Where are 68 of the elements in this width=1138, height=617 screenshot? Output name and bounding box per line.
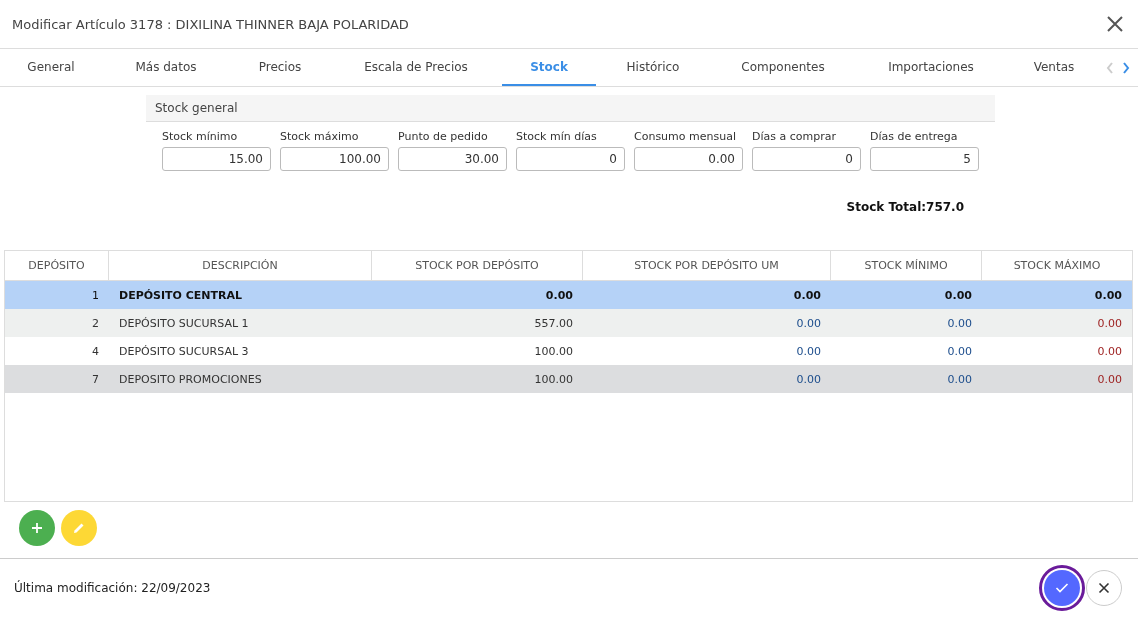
table-cell-text: 100.00 bbox=[533, 343, 574, 360]
tab[interactable]: Componentes bbox=[710, 49, 856, 86]
field-label: Punto de pedido bbox=[398, 130, 489, 143]
cancel-button[interactable] bbox=[1086, 570, 1122, 606]
tab[interactable]: Precios bbox=[230, 49, 330, 86]
tab[interactable]: Más datos bbox=[102, 49, 230, 86]
table-cell-text: 0.00 bbox=[1096, 315, 1123, 332]
close-icon bbox=[1098, 582, 1110, 594]
table-cell-text: 2 bbox=[91, 315, 100, 332]
field-label: Stock máximo bbox=[280, 130, 360, 143]
field-label: Stock mínimo bbox=[162, 130, 239, 143]
input-field[interactable]: 5 bbox=[870, 147, 979, 171]
table-cell-text: 0.00 bbox=[795, 371, 822, 388]
tab[interactable]: Importaciones bbox=[856, 49, 1006, 86]
section-header: Stock general bbox=[146, 95, 995, 122]
table-cell-text: 0.00 bbox=[946, 315, 973, 332]
column-header[interactable]: STOCK POR DEPÓSITO bbox=[372, 251, 583, 280]
table-cell-text: 0.00 bbox=[1093, 287, 1123, 304]
table-cell-text: 0.00 bbox=[544, 287, 574, 304]
column-header[interactable]: STOCK MÍNIMO bbox=[831, 251, 982, 280]
field-label: Días de entrega bbox=[870, 130, 959, 143]
table-cell-text: 0.00 bbox=[946, 343, 973, 360]
column-header[interactable]: DESCRIPCIÓN bbox=[109, 251, 372, 280]
table-cell-text: 0.00 bbox=[795, 343, 822, 360]
table-row[interactable]: 7 DEPOSITO PROMOCIONES 100.00 0.00 0.00 0.00 bbox=[5, 365, 1132, 393]
table-cell-text: DEPÓSITO CENTRAL bbox=[118, 287, 244, 304]
dialog-title: Modificar Artículo 3178 : DIXILINA THINNER BAJA POLARIDAD bbox=[12, 16, 409, 32]
input-field[interactable]: 0.00 bbox=[634, 147, 743, 171]
input-field[interactable]: 0 bbox=[516, 147, 625, 171]
column-header[interactable]: STOCK MÁXIMO bbox=[982, 251, 1132, 280]
table-row[interactable]: 4 DEPÓSITO SUCURSAL 3 100.00 0.00 0.00 0.00 bbox=[5, 337, 1132, 365]
table-row[interactable]: 1 DEPÓSITO CENTRAL 0.00 0.00 0.00 0.00 bbox=[5, 281, 1132, 309]
input-field[interactable]: 0 bbox=[752, 147, 861, 171]
table-cell-text: 100.00 bbox=[533, 371, 574, 388]
table-cell-text: 1 bbox=[91, 287, 100, 304]
close-icon[interactable] bbox=[1106, 15, 1124, 33]
table-row[interactable]: 2 DEPÓSITO SUCURSAL 1 557.00 0.00 0.00 0.00 bbox=[5, 309, 1132, 337]
table-cell-text: 0.00 bbox=[946, 371, 973, 388]
table-cell-text: 4 bbox=[91, 343, 100, 360]
field-label: Consumo mensual bbox=[634, 130, 737, 143]
table-cell-text: 0.00 bbox=[792, 287, 822, 304]
input-field[interactable]: 100.00 bbox=[280, 147, 389, 171]
table-cell-text: 0.00 bbox=[1096, 343, 1123, 360]
table-cell-text: 0.00 bbox=[1096, 371, 1123, 388]
field-label: Stock mín días bbox=[516, 130, 598, 143]
table-cell-text: DEPÓSITO SUCURSAL 1 bbox=[118, 315, 250, 332]
table-cell-text: 557.00 bbox=[533, 315, 574, 332]
column-header[interactable]: STOCK POR DEPÓSITO UM bbox=[583, 251, 831, 280]
tab[interactable]: Escala de Precios bbox=[330, 49, 502, 86]
field-label: Días a comprar bbox=[752, 130, 837, 143]
stock-total: Stock Total:757.0 bbox=[845, 200, 965, 214]
table-cell-text: 0.00 bbox=[795, 315, 822, 332]
pencil-icon bbox=[72, 521, 86, 535]
last-modified-text: Última modificación: 22/09/2023 bbox=[14, 581, 211, 595]
table-cell-text: 7 bbox=[91, 371, 100, 388]
table-cell-text: 0.00 bbox=[943, 287, 973, 304]
column-header[interactable]: DEPÓSITO bbox=[5, 251, 109, 280]
table-cell-text: DEPÓSITO SUCURSAL 3 bbox=[118, 343, 250, 360]
plus-icon bbox=[31, 522, 43, 534]
add-button[interactable] bbox=[19, 510, 55, 546]
chevron-right-icon[interactable] bbox=[1122, 61, 1130, 74]
input-field[interactable]: 15.00 bbox=[162, 147, 271, 171]
tab[interactable]: Ventas bbox=[1006, 49, 1102, 86]
input-field[interactable]: 30.00 bbox=[398, 147, 507, 171]
tab[interactable]: Histórico bbox=[596, 49, 710, 86]
tab[interactable]: General bbox=[0, 49, 102, 86]
table-cell-text: DEPOSITO PROMOCIONES bbox=[118, 371, 263, 388]
checkmark-icon bbox=[1055, 582, 1069, 594]
